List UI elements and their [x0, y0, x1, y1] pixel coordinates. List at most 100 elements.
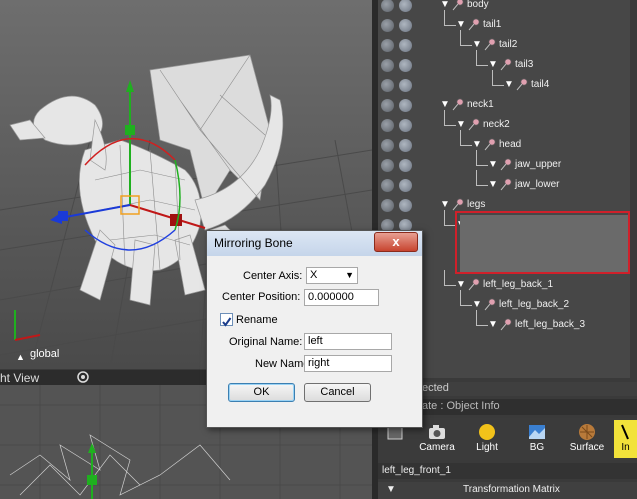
tree-row[interactable]: ▼ jaw_lower	[378, 176, 637, 196]
visibility-toggle-icon[interactable]	[381, 0, 394, 12]
bone-icon	[500, 318, 512, 331]
tab-bg-label: BG	[529, 442, 545, 453]
expand-arrow-icon[interactable]: ▼	[456, 280, 466, 290]
expand-arrow-icon[interactable]: ▼	[472, 300, 482, 310]
center-axis-select[interactable]: X ▼	[306, 267, 358, 284]
visibility-toggle-icon[interactable]	[381, 139, 394, 152]
rename-checkbox[interactable]	[220, 313, 233, 327]
visibility-toggle-icon[interactable]	[381, 19, 394, 32]
expand-arrow-icon[interactable]: ▼	[488, 160, 498, 170]
expand-arrow-icon[interactable]: ▼	[488, 180, 498, 190]
lock-toggle-icon[interactable]	[399, 119, 412, 132]
lock-toggle-icon[interactable]	[399, 79, 412, 92]
coord-system-label[interactable]: global	[30, 348, 59, 360]
tree-scrollbar[interactable]	[630, 0, 637, 378]
tree-guide-line	[460, 130, 461, 145]
dialog-title-bar[interactable]: Mirroring Bone x	[207, 231, 422, 256]
tree-guide-line	[444, 125, 456, 126]
viewport-name-label[interactable]: ht View	[0, 371, 39, 385]
tree-guide-line	[444, 25, 456, 26]
tree-row[interactable]: ▼ tail1	[378, 16, 637, 36]
tree-item-label: left_leg_back_3	[515, 319, 586, 330]
tab-surface[interactable]: Surface	[564, 420, 610, 458]
expand-arrow-icon[interactable]: ▼	[440, 100, 450, 110]
object-name-label: left_leg_front_1	[382, 465, 451, 476]
lock-toggle-icon[interactable]	[399, 179, 412, 192]
background-icon	[529, 425, 545, 439]
tree-guide-line	[476, 170, 477, 185]
expand-arrow-icon[interactable]: ▼	[440, 0, 450, 10]
tab-bg[interactable]: BG	[514, 420, 560, 458]
lock-toggle-icon[interactable]	[399, 0, 412, 12]
expand-arrow-icon[interactable]: ▼	[456, 120, 466, 130]
tree-item-label: head	[499, 139, 522, 150]
tree-row[interactable]: ▼ body	[378, 0, 637, 16]
tree-row[interactable]: ▼ tail2	[378, 36, 637, 56]
visibility-toggle-icon[interactable]	[381, 159, 394, 172]
tab-info[interactable]: In	[614, 420, 637, 458]
props-subtitle: ate : Object Info	[422, 400, 500, 412]
lock-toggle-icon[interactable]	[399, 199, 412, 212]
expand-arrow-icon[interactable]: ▼	[456, 20, 466, 30]
tab-light[interactable]: Light	[464, 420, 510, 458]
tree-item-label: tail1	[483, 19, 502, 30]
expand-arrow-icon[interactable]: ▼	[488, 320, 498, 330]
close-button[interactable]: x	[374, 232, 418, 252]
tree-row[interactable]: ▼ tail4	[378, 76, 637, 96]
bone-icon	[516, 78, 528, 91]
visibility-toggle-icon[interactable]	[381, 179, 394, 192]
tree-guide-line	[492, 85, 504, 86]
rename-label[interactable]: Rename	[236, 314, 278, 326]
tree-row[interactable]: ▼ neck1	[378, 96, 637, 116]
lock-toggle-icon[interactable]	[399, 159, 412, 172]
tree-guide-line	[476, 165, 488, 166]
center-position-input[interactable]: 0.000000	[304, 289, 379, 306]
bone-icon	[484, 138, 496, 151]
expand-arrow-icon[interactable]: ▼	[504, 80, 514, 90]
visibility-toggle-icon[interactable]	[381, 99, 394, 112]
surface-icon	[579, 424, 595, 440]
lock-toggle-icon[interactable]	[399, 39, 412, 52]
tab-light-label: Light	[476, 442, 498, 453]
tree-row[interactable]: ▼ head	[378, 136, 637, 156]
original-name-value: left	[308, 335, 323, 347]
tree-item-label: legs	[467, 199, 486, 210]
tree-guide-line	[444, 270, 445, 285]
tree-row[interactable]: ▼ jaw_upper	[378, 156, 637, 176]
visibility-toggle-icon[interactable]	[381, 79, 394, 92]
new-name-input[interactable]: right	[304, 355, 392, 372]
lock-toggle-icon[interactable]	[399, 99, 412, 112]
tree-guide-line	[460, 290, 461, 305]
tree-guide-line	[492, 70, 493, 85]
tree-row[interactable]: ▼ neck2	[378, 116, 637, 136]
tree-row[interactable]: ▼ tail3	[378, 56, 637, 76]
expand-arrow-icon[interactable]: ▼	[472, 140, 482, 150]
center-position-label: Center Position:	[222, 291, 301, 303]
lock-toggle-icon[interactable]	[399, 19, 412, 32]
tree-guide-line	[460, 30, 461, 45]
props-title-label: ected	[422, 382, 449, 394]
coord-dropdown-icon[interactable]: ▲	[16, 352, 25, 362]
visibility-toggle-icon[interactable]	[381, 199, 394, 212]
visibility-toggle-icon[interactable]	[381, 59, 394, 72]
visibility-toggle-icon[interactable]	[381, 39, 394, 52]
original-name-input[interactable]: left	[304, 333, 392, 350]
expand-arrow-icon[interactable]: ▼	[440, 200, 450, 210]
collapse-arrow-icon[interactable]: ▼	[386, 484, 396, 495]
visibility-toggle-icon[interactable]	[381, 119, 394, 132]
lock-toggle-icon[interactable]	[399, 59, 412, 72]
tree-item-label: left_leg_back_2	[499, 299, 570, 310]
tree-item-label: neck1	[467, 99, 494, 110]
cancel-button[interactable]: Cancel	[304, 383, 371, 402]
info-icon	[620, 424, 629, 440]
tree-guide-line	[444, 285, 456, 286]
ok-button[interactable]: OK	[228, 383, 295, 402]
original-name-label: Original Name:	[229, 336, 303, 348]
lock-toggle-icon[interactable]	[399, 139, 412, 152]
expand-arrow-icon[interactable]: ▼	[488, 60, 498, 70]
expand-arrow-icon[interactable]: ▼	[472, 40, 482, 50]
transformation-matrix-header[interactable]: ▼ Transformation Matrix	[378, 482, 637, 499]
bone-icon	[500, 158, 512, 171]
tree-item-label: tail2	[499, 39, 518, 50]
tree-guide-line	[476, 310, 477, 325]
